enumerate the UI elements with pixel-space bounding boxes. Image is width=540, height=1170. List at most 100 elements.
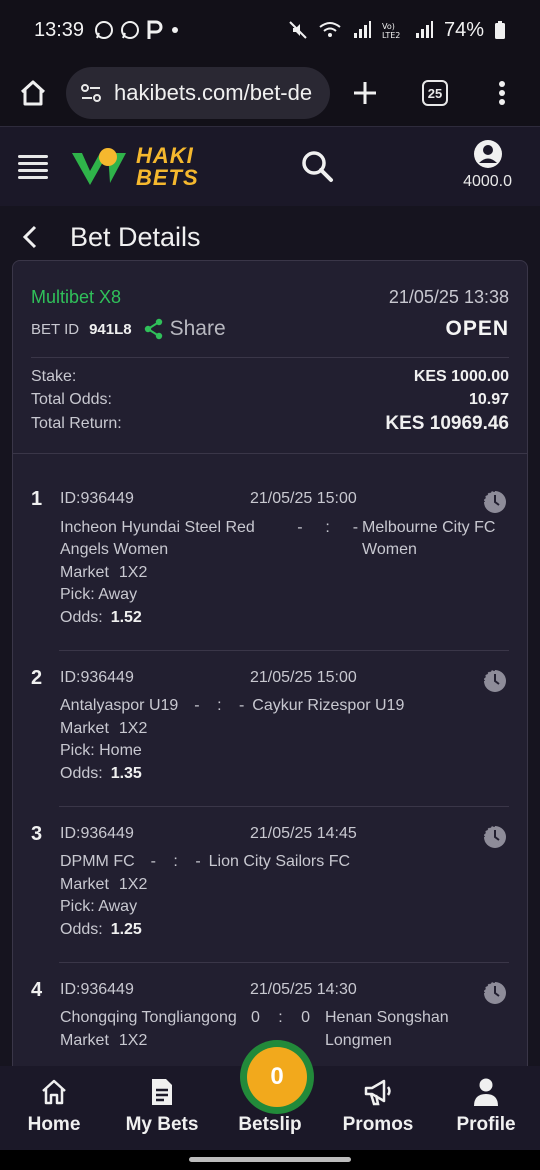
account-button[interactable]: 4000.0 xyxy=(463,139,512,191)
selection-id: ID:936449 xyxy=(60,490,134,507)
bottom-navigation: Home My Bets 0 Betslip Promos Profile xyxy=(0,1040,540,1150)
stake-label: Stake: xyxy=(31,368,77,386)
clock-icon xyxy=(483,668,506,692)
market-label: Market xyxy=(60,1031,109,1049)
clock-icon xyxy=(483,980,506,1004)
status-time: 13:39 xyxy=(34,18,85,41)
away-team: Caykur Rizespor U19 xyxy=(252,697,405,715)
nav-promos[interactable]: Promos xyxy=(324,1066,432,1150)
away-score: 0 xyxy=(301,1009,310,1027)
svg-text:LTE2: LTE2 xyxy=(382,31,400,40)
nav-my-bets[interactable]: My Bets xyxy=(108,1066,216,1150)
signal-icon xyxy=(415,21,433,38)
bet-details-page: Bet Details Multibet X8 21/05/25 13:38 B… xyxy=(0,206,540,1066)
odds-value: 1.35 xyxy=(110,764,142,782)
site-settings-icon xyxy=(81,84,101,102)
nav-promos-label: Promos xyxy=(342,1114,414,1135)
odds-label: Odds: xyxy=(60,764,103,782)
browser-menu-button[interactable] xyxy=(470,60,534,126)
market-label: Market xyxy=(60,563,109,581)
battery-percent: 74% xyxy=(443,18,484,41)
wifi-icon xyxy=(319,22,341,37)
account-balance: 4000.0 xyxy=(463,173,512,190)
market-value: 1X2 xyxy=(118,563,148,581)
divider xyxy=(31,357,509,358)
total-return-label: Total Return: xyxy=(31,415,122,432)
score-separator: : xyxy=(217,697,222,715)
page-titlebar: Bet Details xyxy=(0,206,540,268)
bet-status-badge: OPEN xyxy=(445,317,509,340)
odds-label: Odds: xyxy=(60,920,103,938)
selection-number: 2 xyxy=(31,666,43,689)
chevron-left-icon xyxy=(22,225,37,249)
menu-button[interactable] xyxy=(18,154,48,179)
pick: Pick: Away xyxy=(60,898,138,916)
more-vert-icon xyxy=(499,81,505,105)
nav-profile[interactable]: Profile xyxy=(432,1066,540,1150)
pick: Pick: Home xyxy=(60,742,142,760)
odds-value: 1.25 xyxy=(110,920,142,938)
search-button[interactable] xyxy=(300,149,334,188)
mute-icon xyxy=(289,21,307,39)
search-icon xyxy=(302,151,333,182)
selection-id: ID:936449 xyxy=(60,824,134,842)
selection-time: 21/05/25 15:00 xyxy=(250,490,357,507)
url-text: hakibets.com/bet-de xyxy=(114,80,313,105)
lte-icon: Vo)LTE2 xyxy=(382,22,400,40)
betslip-count: 0 xyxy=(247,1047,307,1107)
market-label: Market xyxy=(60,719,109,737)
selection-number: 3 xyxy=(31,822,43,845)
pick: Pick: Away xyxy=(60,586,138,604)
selection-item: 1 ID:936449 21/05/25 15:00 Incheon Hyund… xyxy=(13,488,527,630)
whatsapp-icon xyxy=(95,21,114,39)
market-label: Market xyxy=(60,875,109,893)
total-return-value: KES 10969.46 xyxy=(385,413,509,434)
bet-id-label: BET ID xyxy=(31,320,80,338)
hakibets-logo[interactable]: HAKI BETS xyxy=(70,142,199,189)
plus-icon xyxy=(354,82,376,104)
tab-count: 25 xyxy=(422,80,448,106)
home-team: Antalyaspor U19 xyxy=(60,697,179,715)
score-separator: : xyxy=(325,518,330,536)
nav-profile-label: Profile xyxy=(456,1114,516,1135)
browser-toolbar: hakibets.com/bet-de 25 xyxy=(0,60,540,126)
away-score: - xyxy=(238,697,245,715)
betslip-badge[interactable]: 0 xyxy=(240,1040,314,1114)
away-team: Henan Songshan Longmen xyxy=(325,1009,449,1049)
selection-time: 21/05/25 14:45 xyxy=(250,824,357,842)
clock-icon xyxy=(483,490,506,513)
divider xyxy=(59,649,509,651)
site-header: HAKI BETS 4000.0 xyxy=(0,126,540,206)
nav-home[interactable]: Home xyxy=(0,1066,108,1150)
address-bar[interactable]: hakibets.com/bet-de xyxy=(66,67,330,119)
selection-id: ID:936449 xyxy=(60,980,134,998)
dot-icon xyxy=(172,27,179,33)
home-team: DPMM FC xyxy=(60,853,135,871)
divider xyxy=(59,961,509,963)
nav-my-bets-label: My Bets xyxy=(125,1114,199,1135)
market-value: 1X2 xyxy=(118,719,148,737)
nav-betslip[interactable]: 0 Betslip xyxy=(216,1040,324,1150)
home-team: Incheon Hyundai Steel Red Angels Women xyxy=(60,518,255,559)
gesture-handle[interactable] xyxy=(189,1157,351,1162)
page-title: Bet Details xyxy=(70,221,201,252)
home-score: - xyxy=(150,853,156,871)
selection-id: ID:936449 xyxy=(60,668,134,686)
selection-time: 21/05/25 15:00 xyxy=(250,668,357,686)
back-button[interactable] xyxy=(22,225,46,249)
total-odds-value: 10.97 xyxy=(468,390,509,408)
away-team: Melbourne City FC Women xyxy=(362,518,496,559)
new-tab-button[interactable] xyxy=(330,60,400,126)
bet-summary: Multibet X8 21/05/25 13:38 BET ID 941L8 … xyxy=(13,261,527,437)
bet-datetime: 21/05/25 13:38 xyxy=(388,287,509,307)
browser-home-button[interactable] xyxy=(0,60,66,126)
status-bar: 13:39 Vo) LTE2 74% xyxy=(0,0,540,60)
share-button[interactable]: Share xyxy=(144,317,226,341)
tab-switcher-button[interactable]: 25 xyxy=(400,60,470,126)
signal-icon xyxy=(353,21,371,38)
logo-mark-icon xyxy=(72,147,126,185)
selection-time: 21/05/25 14:30 xyxy=(250,980,357,998)
whatsapp-icon xyxy=(121,21,140,39)
logo-haki: HAKI xyxy=(136,142,194,168)
battery-icon xyxy=(495,21,505,39)
